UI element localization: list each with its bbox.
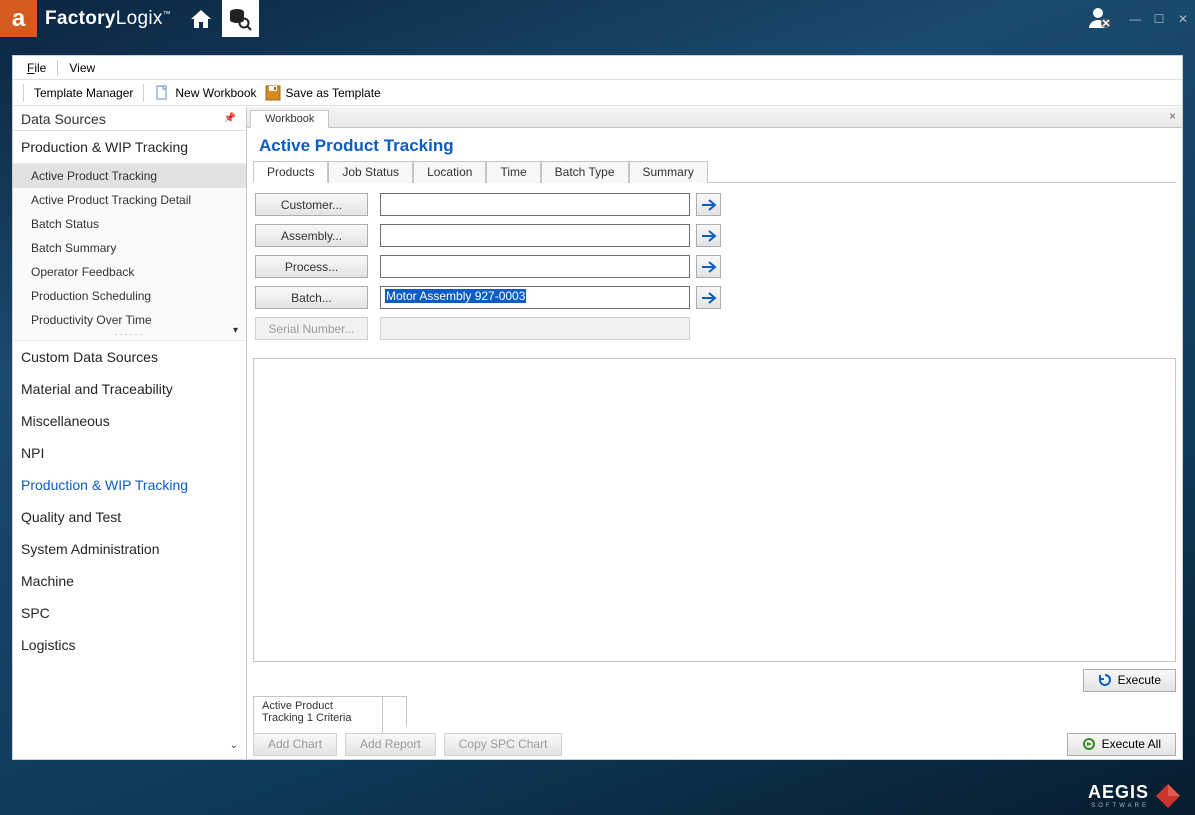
refresh-icon bbox=[1098, 673, 1112, 687]
batch-picker-button[interactable]: Batch... bbox=[255, 286, 368, 309]
template-manager-button[interactable]: Template Manager bbox=[30, 84, 137, 102]
resize-handle[interactable]: ······ bbox=[13, 332, 246, 340]
sidebar-item[interactable]: Operator Feedback bbox=[13, 260, 246, 284]
criteria-blank bbox=[383, 696, 407, 726]
page-title: Active Product Tracking bbox=[247, 128, 1182, 160]
menu-file[interactable]: File bbox=[17, 58, 56, 78]
maximize-button[interactable]: ☐ bbox=[1150, 10, 1168, 28]
subtab-summary[interactable]: Summary bbox=[629, 161, 708, 183]
pin-icon[interactable]: 📌 bbox=[224, 113, 236, 124]
minimize-button[interactable]: — bbox=[1126, 10, 1144, 28]
sidebar-header: Data Sources 📌 bbox=[13, 107, 246, 131]
brand-name: FactoryLogix™ bbox=[45, 8, 171, 30]
sidebar-sublist: Active Product Tracking Active Product T… bbox=[13, 163, 246, 341]
sidebar-category-active[interactable]: Production & WIP Tracking bbox=[13, 469, 246, 501]
sidebar-category-expanded[interactable]: Production & WIP Tracking bbox=[13, 131, 246, 163]
sidebar-category[interactable]: Machine bbox=[13, 565, 246, 597]
sidebar-category[interactable]: Quality and Test bbox=[13, 501, 246, 533]
assembly-go-button[interactable] bbox=[696, 224, 721, 247]
subtab-time[interactable]: Time bbox=[486, 161, 540, 183]
process-picker-button[interactable]: Process... bbox=[255, 255, 368, 278]
subtab-job-status[interactable]: Job Status bbox=[328, 161, 413, 183]
batch-field[interactable]: Motor Assembly 927-0003 bbox=[380, 286, 690, 309]
database-search-icon bbox=[228, 7, 252, 31]
copy-spc-chart-button: Copy SPC Chart bbox=[444, 733, 563, 756]
document-icon bbox=[154, 85, 170, 101]
customer-picker-button[interactable]: Customer... bbox=[255, 193, 368, 216]
close-button[interactable]: ✕ bbox=[1174, 10, 1192, 28]
add-chart-button: Add Chart bbox=[253, 733, 337, 756]
serial-picker-button: Serial Number... bbox=[255, 317, 368, 340]
arrow-right-icon bbox=[701, 292, 717, 304]
menu-view[interactable]: View bbox=[59, 58, 105, 78]
add-report-button: Add Report bbox=[345, 733, 436, 756]
home-icon bbox=[189, 8, 213, 30]
home-button[interactable] bbox=[185, 2, 218, 35]
brand-logo: a bbox=[0, 0, 37, 37]
sidebar-category[interactable]: NPI bbox=[13, 437, 246, 469]
process-go-button[interactable] bbox=[696, 255, 721, 278]
sidebar-category[interactable]: Logistics bbox=[13, 629, 246, 661]
chevron-down-icon[interactable]: ⌄ bbox=[230, 740, 238, 751]
save-as-template-button[interactable]: Save as Template bbox=[261, 83, 385, 103]
vendor-logo: AEGIS SOFTWARE bbox=[1088, 782, 1181, 809]
sidebar-category[interactable]: Material and Traceability bbox=[13, 373, 246, 405]
arrow-right-icon bbox=[701, 199, 717, 211]
criteria-tabs: Active Product Tracking 1 Criteria bbox=[247, 694, 1182, 729]
main-panel: Workbook × Active Product Tracking Produ… bbox=[247, 107, 1182, 759]
arrow-right-icon bbox=[701, 230, 717, 242]
customer-go-button[interactable] bbox=[696, 193, 721, 216]
user-menu-button[interactable] bbox=[1087, 6, 1115, 32]
subtab-batch-type[interactable]: Batch Type bbox=[541, 161, 629, 183]
sidebar-item[interactable]: Batch Summary bbox=[13, 236, 246, 260]
sidebar: Data Sources 📌 Production & WIP Tracking… bbox=[13, 107, 247, 759]
process-field[interactable] bbox=[380, 255, 690, 278]
close-tab-button[interactable]: × bbox=[1169, 109, 1176, 123]
diamond-icon bbox=[1155, 783, 1181, 809]
sidebar-category[interactable]: Custom Data Sources bbox=[13, 341, 246, 373]
serial-field bbox=[380, 317, 690, 340]
chevron-down-icon[interactable]: ▾ bbox=[233, 325, 238, 336]
subtab-products[interactable]: Products bbox=[253, 161, 328, 183]
subtab-strip: Products Job Status Location Time Batch … bbox=[253, 160, 1176, 183]
filter-form: Customer... Assembly... Process... bbox=[247, 183, 1182, 358]
menu-bar: File View bbox=[13, 56, 1182, 80]
customer-field[interactable] bbox=[380, 193, 690, 216]
sidebar-category[interactable]: System Administration bbox=[13, 533, 246, 565]
sidebar-category[interactable]: SPC bbox=[13, 597, 246, 629]
new-workbook-button[interactable]: New Workbook bbox=[150, 83, 260, 103]
sidebar-item[interactable]: Active Product Tracking bbox=[13, 164, 246, 188]
sidebar-category[interactable]: Miscellaneous bbox=[13, 405, 246, 437]
batch-go-button[interactable] bbox=[696, 286, 721, 309]
sidebar-item[interactable]: Production Scheduling bbox=[13, 284, 246, 308]
analytics-tool-button[interactable] bbox=[222, 0, 259, 37]
execute-all-button[interactable]: Execute All bbox=[1067, 733, 1176, 756]
results-area bbox=[253, 358, 1176, 662]
sidebar-item[interactable]: Active Product Tracking Detail bbox=[13, 188, 246, 212]
subtab-location[interactable]: Location bbox=[413, 161, 486, 183]
assembly-picker-button[interactable]: Assembly... bbox=[255, 224, 368, 247]
toolbar: Template Manager New Workbook Save as Te… bbox=[13, 80, 1182, 106]
tab-workbook[interactable]: Workbook bbox=[250, 110, 329, 128]
arrow-right-icon bbox=[701, 261, 717, 273]
workbook-tabstrip: Workbook × bbox=[247, 107, 1182, 128]
assembly-field[interactable] bbox=[380, 224, 690, 247]
execute-button[interactable]: Execute bbox=[1083, 669, 1176, 692]
refresh-all-icon bbox=[1082, 737, 1096, 751]
user-icon bbox=[1087, 6, 1113, 30]
sidebar-item[interactable]: Batch Status bbox=[13, 212, 246, 236]
save-icon bbox=[265, 85, 281, 101]
